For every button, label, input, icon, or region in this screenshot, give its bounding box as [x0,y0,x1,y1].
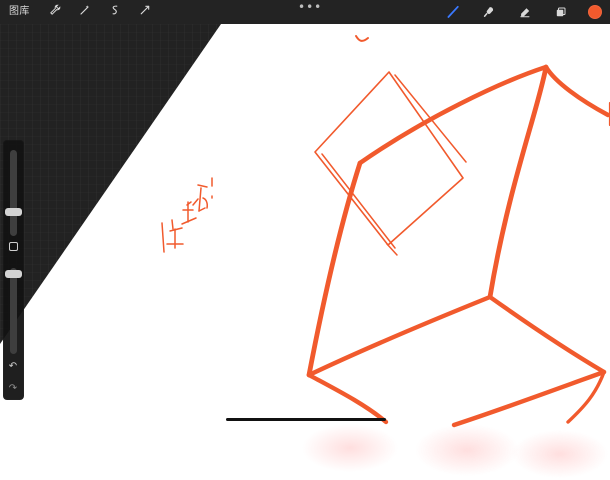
modify-button[interactable] [9,242,18,251]
undo-icon[interactable]: ↶ [7,361,19,373]
brush-size-slider[interactable] [10,150,17,236]
bottom-pink-glows [302,424,608,478]
smudge-icon[interactable] [480,3,498,21]
opacity-knob[interactable] [5,270,22,278]
eraser-icon[interactable] [516,3,534,21]
brush-icon[interactable] [444,3,462,21]
color-swatch[interactable] [588,5,602,19]
gallery-button[interactable]: 图库 [9,4,30,20]
more-menu[interactable]: ••• [298,0,321,14]
canvas-svg [0,0,610,480]
layers-icon[interactable] [552,3,570,21]
opacity-slider[interactable] [10,268,17,354]
redo-icon[interactable]: ↷ [7,383,19,395]
top-toolbar: 图库 ••• [0,0,610,24]
brush-size-knob[interactable] [5,208,22,216]
transform-icon[interactable] [137,4,153,20]
procreate-app: 图库 ••• ↶ ↷ [0,0,610,480]
top-left-tools: 图库 [9,4,153,20]
left-sidebar: ↶ ↷ [3,140,24,400]
canvas-area[interactable] [0,0,610,480]
wrench-icon[interactable] [47,4,63,20]
wand-icon[interactable] [77,4,93,20]
selection-icon[interactable] [107,4,123,20]
home-indicator [226,418,386,421]
top-right-tools [444,3,602,21]
